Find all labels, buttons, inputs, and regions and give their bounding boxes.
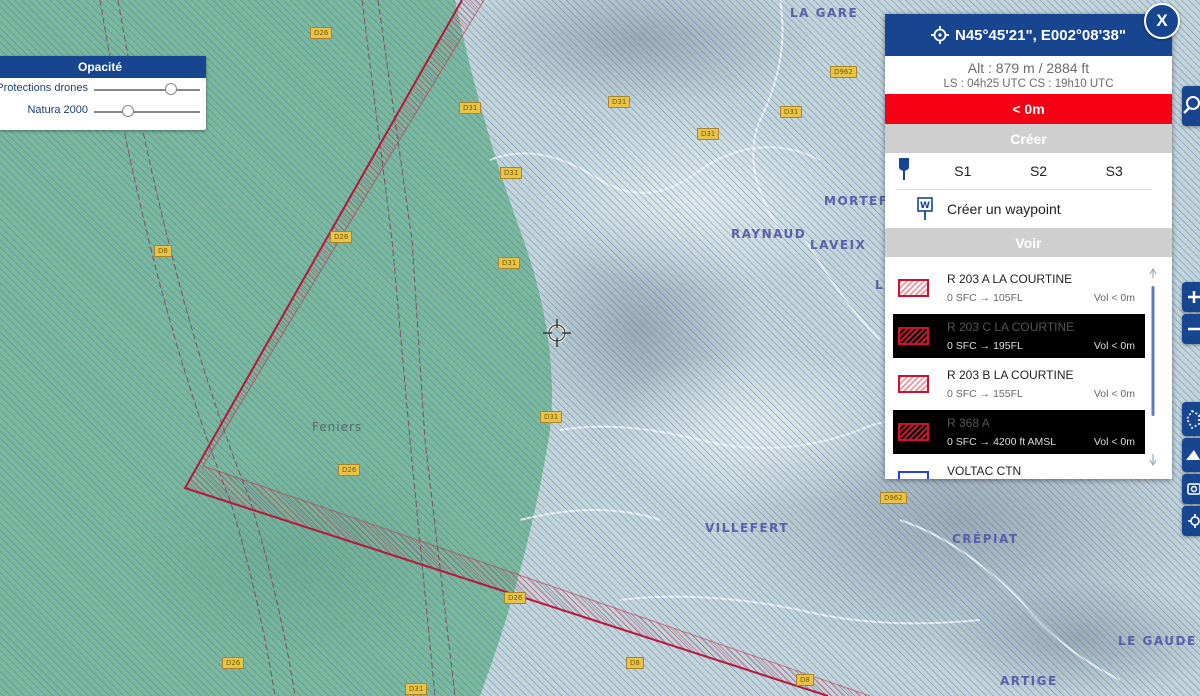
- zone-list-item[interactable]: R 368 A 0 SFC → 4200 ft AMSL Vol < 0m: [893, 410, 1145, 454]
- coordinates-text: N45°45'21", E002°08'38": [955, 26, 1126, 44]
- opacity-panel: Opacité Protections drones Natura 2000: [0, 56, 206, 130]
- minus-icon: [1188, 327, 1200, 331]
- sun-times-text: LS : 04h25 UTC CS : 19h10 UTC: [943, 78, 1114, 90]
- opacity-slider-track[interactable]: [94, 89, 200, 91]
- zone-swatch-icon: [898, 423, 929, 441]
- zone-list-item[interactable]: R 203 B LA COURTINE 0 SFC → 155FL Vol < …: [893, 362, 1145, 406]
- zone-swatch-icon: [898, 471, 929, 479]
- road-badge: D26: [504, 592, 527, 604]
- slot-button-s1[interactable]: S1: [925, 163, 1001, 179]
- place-label: Feniers: [312, 420, 363, 434]
- create-waypoint-button[interactable]: W Créer un waypoint: [885, 190, 1172, 228]
- road-badge: D31: [500, 167, 523, 179]
- road-badge: D8: [626, 657, 644, 669]
- altitude-text: Alt : 879 m / 2884 ft: [967, 60, 1090, 76]
- zone-name: R 203 B LA COURTINE: [947, 368, 1074, 382]
- zone-vol: Vol < 0m: [1093, 436, 1135, 448]
- mountain-icon: [1186, 450, 1200, 460]
- opacity-slider-label: Protections drones: [0, 82, 88, 94]
- slot-button-s3[interactable]: S3: [1076, 163, 1152, 179]
- zone-name: VOLTAC CTN: [947, 464, 1022, 478]
- road-badge: D31: [697, 128, 720, 140]
- zone-list: R 203 A LA COURTINE 0 SFC → 105FL Vol < …: [885, 266, 1172, 479]
- zone-name: R 368 A: [947, 416, 990, 430]
- zoom-out-button[interactable]: [1182, 314, 1200, 344]
- road-badge: D31: [405, 683, 428, 695]
- zone-vol: Vol < 0m: [1093, 292, 1135, 304]
- slot-row: S1 S2 S3: [897, 153, 1152, 190]
- zone-name: R 203 A LA COURTINE: [947, 272, 1073, 286]
- location-target-icon: [931, 26, 949, 44]
- zone-vol: Vol < 0m: [1093, 340, 1135, 352]
- place-label: L: [875, 278, 885, 292]
- polygon-icon: [1186, 409, 1200, 430]
- locate-icon: [1188, 514, 1200, 528]
- camera-icon: [1187, 483, 1200, 495]
- place-label: MORTEF: [824, 194, 889, 208]
- road-badge: D26: [330, 231, 353, 243]
- coordinates-header: N45°45'21", E002°08'38": [885, 14, 1172, 56]
- opacity-slider-knob[interactable]: [122, 105, 135, 117]
- road-badge: D26: [310, 27, 333, 39]
- search-button[interactable]: [1182, 86, 1200, 126]
- map-pin-icon: [897, 157, 925, 186]
- road-badge: D31: [608, 96, 631, 108]
- plus-icon: [1188, 291, 1200, 303]
- opacity-panel-title: Opacité: [0, 56, 206, 78]
- road-badge: D962: [880, 492, 907, 504]
- place-label: LAVEIX: [810, 238, 867, 252]
- height-alert-bar: < 0m: [885, 94, 1172, 124]
- opacity-slider-track[interactable]: [94, 111, 200, 113]
- create-section-header: Créer: [885, 124, 1172, 153]
- create-waypoint-label: Créer un waypoint: [947, 201, 1061, 217]
- place-label: LA GARE: [790, 6, 859, 20]
- zoom-in-button[interactable]: [1182, 282, 1200, 312]
- zone-range: 0 SFC → 155FL: [947, 388, 1023, 400]
- place-label: CRÉPIAT: [952, 532, 1019, 546]
- road-badge: D31: [459, 102, 482, 114]
- place-label: RAYNAUD: [731, 227, 807, 241]
- zone-list-item[interactable]: VOLTAC CTN: [893, 458, 1145, 479]
- road-badge: D26: [338, 464, 361, 476]
- locate-button[interactable]: [1182, 506, 1200, 536]
- opacity-slider-knob[interactable]: [164, 83, 177, 95]
- road-badge: D31: [780, 106, 803, 118]
- zone-swatch-icon: [898, 375, 929, 393]
- slot-button-s2[interactable]: S2: [1001, 163, 1077, 179]
- zone-swatch-icon: [898, 279, 929, 297]
- close-button[interactable]: X: [1144, 3, 1180, 39]
- opacity-slider-row: Protections drones: [0, 78, 206, 100]
- place-label: LE GAUDE: [1118, 634, 1197, 648]
- waypoint-icon: W: [917, 197, 933, 220]
- zone-list-item[interactable]: R 203 C LA COURTINE 0 SFC → 195FL Vol < …: [893, 314, 1145, 358]
- svg-text:W: W: [920, 201, 930, 211]
- road-badge: D26: [222, 657, 245, 669]
- opacity-slider-label: Natura 2000: [27, 104, 88, 116]
- crosshair-icon: [543, 319, 571, 347]
- zone-range: 0 SFC → 195FL: [947, 340, 1023, 352]
- road-badge: D8: [154, 245, 172, 257]
- zone-list-item[interactable]: R 203 A LA COURTINE 0 SFC → 105FL Vol < …: [893, 266, 1145, 310]
- zone-name: R 203 C LA COURTINE: [947, 320, 1075, 334]
- opacity-slider-row: Natura 2000: [0, 100, 206, 122]
- place-label: VILLEFERT: [705, 521, 790, 535]
- road-badge: D31: [498, 257, 521, 269]
- road-badge: D31: [540, 411, 563, 423]
- see-section-header: Voir: [885, 228, 1172, 257]
- measure-button[interactable]: [1182, 402, 1200, 436]
- zone-vol: Vol < 0m: [1093, 388, 1135, 400]
- place-label: ARTIGE: [1000, 674, 1058, 688]
- zone-list-scrollbar[interactable]: [1148, 266, 1158, 466]
- search-icon: [1183, 96, 1200, 114]
- road-badge: D8: [796, 674, 814, 686]
- location-info-panel: N45°45'21", E002°08'38" Alt : 879 m / 28…: [885, 14, 1172, 479]
- screenshot-button[interactable]: [1182, 474, 1200, 504]
- zone-range: 0 SFC → 105FL: [947, 292, 1023, 304]
- zone-swatch-icon: [898, 327, 929, 345]
- zone-range: 0 SFC → 4200 ft AMSL: [947, 436, 1057, 448]
- road-badge: D962: [830, 66, 857, 78]
- terrain-button[interactable]: [1182, 438, 1200, 472]
